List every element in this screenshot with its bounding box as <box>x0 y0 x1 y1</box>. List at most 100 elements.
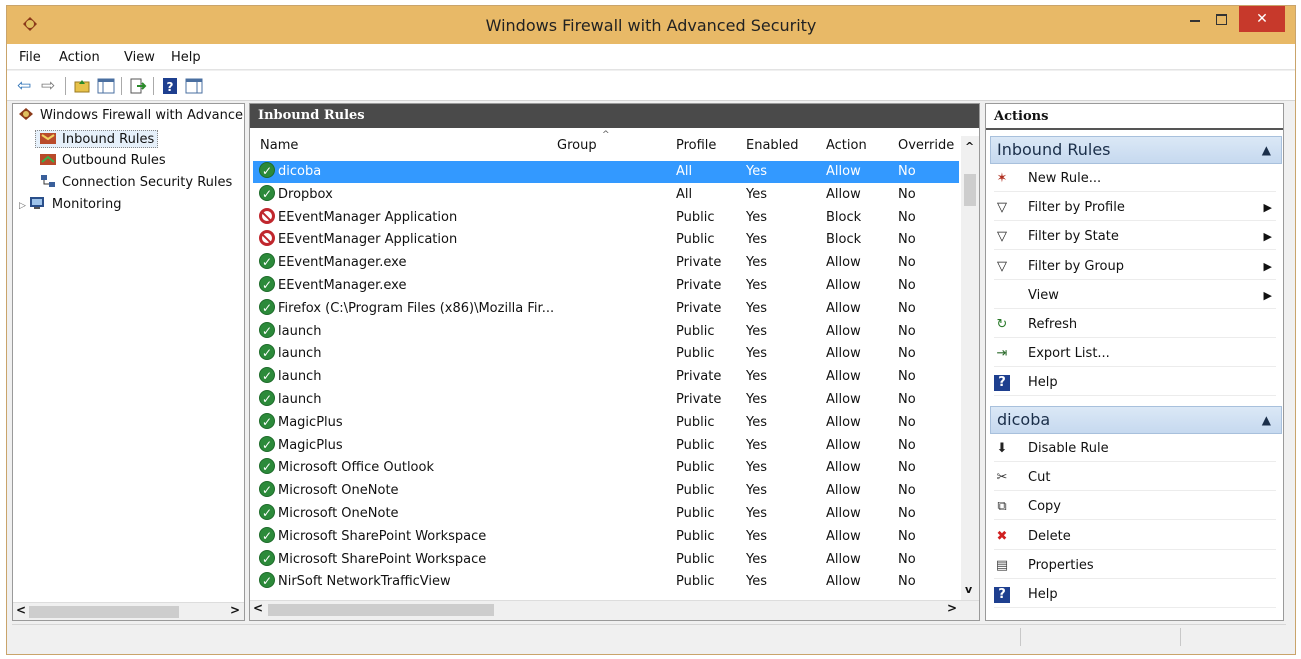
rule-override: No <box>898 300 916 316</box>
scroll-right-arrow[interactable]: > <box>230 603 240 617</box>
tree-item-monitoring[interactable]: ▷ Monitoring <box>19 196 121 214</box>
rule-profile: Public <box>676 506 715 521</box>
back-icon[interactable]: ⇦ <box>17 77 35 95</box>
rule-enabled: Yes <box>746 278 767 293</box>
export-list-icon[interactable] <box>129 77 147 95</box>
connection-security-icon <box>41 175 55 187</box>
toolbar: ⇦ ⇨ ? <box>7 71 1295 101</box>
table-row[interactable]: Firefox (C:\Program Files (x86)\Mozilla … <box>253 298 959 320</box>
show-hide-action-pane-icon[interactable] <box>185 77 203 95</box>
rule-enabled: Yes <box>746 255 767 271</box>
scroll-left-arrow[interactable]: < <box>253 601 263 615</box>
show-hide-tree-icon[interactable] <box>97 77 115 95</box>
action-copy[interactable]: ⧉ Copy <box>994 494 1276 521</box>
table-row[interactable]: MagicPlus Public Yes Allow No <box>253 435 959 457</box>
help-icon: ? <box>994 375 1010 392</box>
scroll-down-arrow[interactable]: v <box>965 583 972 596</box>
action-refresh[interactable]: ↻ Refresh <box>994 312 1276 338</box>
tree-horizontal-scrollbar[interactable]: < > <box>13 602 244 620</box>
action-properties[interactable]: ▤ Properties <box>994 553 1276 579</box>
rule-enabled: Yes <box>746 483 767 499</box>
table-row[interactable]: Microsoft OneNote Public Yes Allow No <box>253 480 959 502</box>
rule-name-cell: Microsoft SharePoint Workspace <box>259 526 559 548</box>
tree-root[interactable]: Windows Firewall with Advanced Security <box>17 107 243 125</box>
rule-allowed-icon <box>259 343 275 364</box>
table-row[interactable]: EEventManager.exe Private Yes Allow No <box>253 252 959 274</box>
column-header-enabled[interactable]: Enabled <box>746 138 799 153</box>
rule-override: No <box>898 164 916 179</box>
column-header-action[interactable]: Action <box>826 138 867 153</box>
actions-section-inbound-rules[interactable]: Inbound Rules ▲ <box>990 136 1282 164</box>
rules-vertical-scrollbar[interactable]: ^ v <box>961 136 979 600</box>
forward-icon[interactable]: ⇨ <box>41 77 59 95</box>
scroll-left-arrow[interactable]: < <box>16 603 26 617</box>
menu-action[interactable]: Action <box>59 50 100 65</box>
table-row[interactable]: Microsoft SharePoint Workspace Public Yes A… <box>253 549 959 571</box>
table-row[interactable]: dicoba All Yes Allow No <box>253 161 959 183</box>
rule-profile: Public <box>676 414 715 430</box>
tree-item-inbound-rules[interactable]: Inbound Rules <box>35 130 159 148</box>
column-header-profile[interactable]: Profile <box>676 138 716 153</box>
action-filter-by-state[interactable]: ▽ Filter by State ▶ <box>994 224 1276 251</box>
menu-file[interactable]: File <box>19 50 41 65</box>
table-row[interactable]: Dropbox All Yes Allow No <box>253 184 959 206</box>
table-row[interactable]: EEventManager Application Public Yes Block N… <box>253 229 959 251</box>
table-row[interactable]: launch Public Yes Allow No <box>253 343 959 365</box>
expand-icon[interactable]: ▷ <box>19 201 26 211</box>
table-row[interactable]: launch Private Yes Allow No <box>253 389 959 411</box>
column-header-name[interactable]: Name <box>260 138 298 153</box>
rule-enabled: Yes <box>746 232 767 248</box>
column-header-override[interactable]: Override <box>898 138 954 153</box>
action-cut[interactable]: ✂ Cut <box>994 465 1276 492</box>
rule-name-cell: dicoba <box>259 161 559 183</box>
close-button[interactable]: ✕ <box>1239 6 1285 32</box>
table-row[interactable]: NirSoft NetworkTrafficView Public Yes Allow… <box>253 571 959 593</box>
rule-name: EEventManager Application <box>278 232 458 248</box>
rule-name-cell: EEventManager.exe <box>259 275 559 297</box>
rule-profile: Private <box>676 369 722 385</box>
table-row[interactable]: EEventManager Application Public Yes Block N… <box>253 207 959 229</box>
table-row[interactable]: Microsoft Office Outlook Public Yes Allow No <box>253 457 959 479</box>
rule-allowed-icon <box>259 412 275 433</box>
collapse-icon[interactable]: ▲ <box>1262 137 1271 163</box>
rule-allowed-icon <box>259 571 275 592</box>
menu-view[interactable]: View <box>124 50 155 65</box>
rule-action: Allow <box>826 392 861 407</box>
scroll-thumb[interactable] <box>268 604 494 616</box>
menu-help[interactable]: Help <box>171 50 201 65</box>
action-delete[interactable]: ✖ Delete <box>994 524 1276 550</box>
maximize-button[interactable] <box>1208 6 1234 32</box>
table-row[interactable]: Microsoft OneNote Public Yes Allow No <box>253 503 959 525</box>
table-row[interactable]: Microsoft SharePoint Workspace Public Yes A… <box>253 526 959 548</box>
table-row[interactable]: EEventManager.exe Private Yes Allow No <box>253 275 959 297</box>
action-disable-rule[interactable]: ⬇ Disable Rule <box>994 436 1276 462</box>
action-filter-by-group[interactable]: ▽ Filter by Group ▶ <box>994 254 1276 280</box>
tree-item-connection-security-rules[interactable]: Connection Security Rules <box>39 174 232 192</box>
table-row[interactable]: launch Public Yes Allow No <box>253 321 959 343</box>
minimize-button[interactable] <box>1182 6 1208 32</box>
up-folder-icon[interactable] <box>73 77 91 95</box>
actions-section-dicoba[interactable]: dicoba ▲ <box>990 406 1282 434</box>
rule-profile: Public <box>676 460 715 476</box>
action-help[interactable]: ? Help <box>994 582 1276 608</box>
rule-enabled: Yes <box>746 323 767 339</box>
action-export-list[interactable]: ⇥ Export List... <box>994 341 1276 368</box>
table-row[interactable]: launch Private Yes Allow No <box>253 366 959 388</box>
scroll-thumb[interactable] <box>29 606 179 618</box>
action-filter-by-profile[interactable]: ▽ Filter by Profile ▶ <box>994 195 1276 222</box>
collapse-icon[interactable]: ▲ <box>1262 407 1271 433</box>
rule-name: Microsoft OneNote <box>278 483 399 499</box>
title-bar[interactable]: Windows Firewall with Advanced Security … <box>7 6 1295 44</box>
action-new-rule[interactable]: ✶ New Rule... <box>994 166 1276 192</box>
rule-name-cell: launch <box>259 343 559 365</box>
tree-item-outbound-rules[interactable]: Outbound Rules <box>39 152 166 170</box>
column-header-group[interactable]: Group <box>557 138 597 153</box>
action-help[interactable]: ? Help <box>994 370 1276 397</box>
help-icon[interactable]: ? <box>161 77 179 95</box>
scroll-right-arrow[interactable]: > <box>947 601 957 615</box>
table-row[interactable]: MagicPlus Public Yes Allow No <box>253 412 959 434</box>
action-view[interactable]: View ▶ <box>994 283 1276 309</box>
scroll-thumb[interactable] <box>964 174 976 206</box>
scroll-up-arrow[interactable]: ^ <box>965 140 974 153</box>
rules-horizontal-scrollbar[interactable]: < > <box>250 600 979 620</box>
